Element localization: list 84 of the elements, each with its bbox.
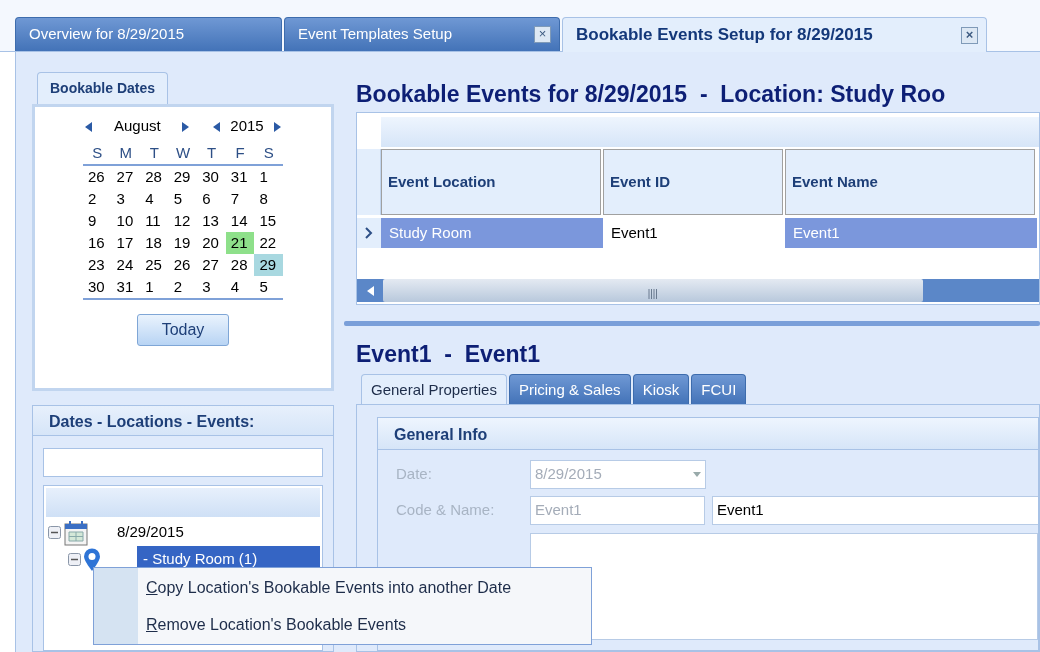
page-title: Bookable Events for 8/29/2015 - Location: Study Roo bbox=[356, 80, 947, 108]
name-field[interactable]: Event1 bbox=[712, 496, 1038, 525]
weekday-label: M bbox=[118, 142, 134, 163]
column-header[interactable]: Event Location bbox=[381, 149, 601, 215]
calendar-day[interactable]: 29 bbox=[168, 166, 198, 188]
calendar-day[interactable]: 5 bbox=[254, 276, 283, 298]
weekday-label: T bbox=[148, 142, 160, 163]
month-label: August bbox=[112, 116, 162, 136]
calendar-day[interactable]: 24 bbox=[111, 254, 141, 276]
calendar-day[interactable]: 3 bbox=[197, 276, 226, 298]
calendar-day[interactable]: 1 bbox=[140, 276, 169, 298]
calendar-day[interactable]: 10 bbox=[111, 210, 141, 232]
collapse-icon[interactable] bbox=[68, 553, 81, 566]
calendar-day[interactable]: 20 bbox=[197, 232, 226, 254]
collapse-icon[interactable] bbox=[48, 526, 61, 539]
calendar-day[interactable]: 6 bbox=[197, 188, 226, 210]
calendar-day[interactable]: 3 bbox=[111, 188, 141, 210]
calendar-day[interactable]: 21 bbox=[225, 232, 255, 254]
calendar-day[interactable]: 28 bbox=[140, 166, 169, 188]
calendar-day[interactable]: 18 bbox=[140, 232, 169, 254]
calendar-day[interactable]: 22 bbox=[254, 232, 283, 254]
tab[interactable]: Pricing & Sales bbox=[508, 374, 631, 404]
weekday-label: W bbox=[174, 142, 192, 163]
document-tab[interactable]: Event Templates Setup × bbox=[284, 17, 560, 51]
weekday-label: S bbox=[91, 142, 104, 163]
calendar-day[interactable]: 28 bbox=[225, 254, 255, 276]
column-header[interactable]: Event Name bbox=[785, 149, 1035, 215]
description-field[interactable] bbox=[530, 533, 1038, 640]
document-tab[interactable]: Bookable Events Setup for 8/29/2015 × bbox=[562, 17, 987, 52]
calendar-day[interactable]: 15 bbox=[254, 210, 283, 232]
horizontal-scrollbar[interactable] bbox=[357, 279, 1039, 302]
document-tab[interactable]: Overview for 8/29/2015 bbox=[15, 17, 282, 51]
calendar-day[interactable]: 5 bbox=[168, 188, 198, 210]
calendar-day[interactable]: 30 bbox=[197, 166, 226, 188]
weekday-label: T bbox=[205, 142, 218, 163]
table-cell: Study Room bbox=[381, 218, 603, 248]
scroll-thumb[interactable] bbox=[383, 279, 923, 302]
calendar-day[interactable]: 19 bbox=[168, 232, 198, 254]
tab[interactable]: Kiosk bbox=[632, 374, 690, 404]
calendar-day[interactable]: 29 bbox=[254, 254, 283, 276]
weekday-label: F bbox=[234, 142, 246, 163]
calendar-day[interactable]: 27 bbox=[111, 166, 141, 188]
calendar-day[interactable]: 13 bbox=[197, 210, 226, 232]
detail-title: Event1 - Event1 bbox=[356, 340, 542, 368]
weekday-label: S bbox=[262, 142, 275, 163]
calendar-icon bbox=[63, 519, 89, 546]
year-label: 2015 bbox=[230, 116, 264, 136]
today-button[interactable]: Today bbox=[137, 314, 229, 346]
row-indicator-icon bbox=[357, 218, 381, 248]
tree-item[interactable]: 8/29/2015 bbox=[111, 519, 190, 546]
calendar-day[interactable]: 26 bbox=[168, 254, 198, 276]
calendar-day[interactable]: 4 bbox=[225, 276, 255, 298]
menu-item[interactable]: Remove Location's Bookable Events bbox=[138, 605, 520, 642]
calendar-day[interactable]: 2 bbox=[168, 276, 198, 298]
calendar-day[interactable]: 31 bbox=[111, 276, 141, 298]
calendar-day[interactable]: 4 bbox=[140, 188, 169, 210]
calendar-day[interactable]: 9 bbox=[83, 210, 112, 232]
calendar-day[interactable]: 17 bbox=[111, 232, 141, 254]
calendar-day[interactable]: 1 bbox=[254, 166, 283, 188]
calendar-day[interactable]: 26 bbox=[83, 166, 112, 188]
calendar-day[interactable]: 23 bbox=[83, 254, 112, 276]
calendar-day[interactable]: 12 bbox=[168, 210, 198, 232]
calendar-day[interactable]: 31 bbox=[225, 166, 255, 188]
calendar-day[interactable]: 2 bbox=[83, 188, 112, 210]
calendar-day[interactable]: 16 bbox=[83, 232, 112, 254]
caret-icon bbox=[693, 472, 701, 477]
calendar-day[interactable]: 8 bbox=[254, 188, 283, 210]
calendar-day[interactable]: 27 bbox=[197, 254, 226, 276]
tab[interactable]: General Properties bbox=[361, 374, 507, 404]
panel-title: Dates - Locations - Events: bbox=[33, 406, 333, 436]
tab[interactable]: FCUI bbox=[691, 374, 747, 404]
calendar-day[interactable]: 7 bbox=[225, 188, 255, 210]
search-field[interactable] bbox=[43, 448, 323, 477]
close-button[interactable]: × bbox=[961, 26, 978, 44]
calendar-day[interactable]: 30 bbox=[83, 276, 112, 298]
calendar-day[interactable]: 25 bbox=[140, 254, 169, 276]
calendar-day[interactable]: 14 bbox=[225, 210, 255, 232]
group-title: General Info bbox=[378, 418, 1038, 450]
close-button[interactable]: × bbox=[534, 26, 551, 43]
panel-tab[interactable]: Bookable Dates bbox=[37, 72, 169, 104]
table-cell: Event1 bbox=[785, 218, 1037, 248]
column-header[interactable]: Event ID bbox=[603, 149, 783, 215]
calendar-day[interactable]: 11 bbox=[140, 210, 169, 232]
row-header bbox=[357, 149, 381, 215]
